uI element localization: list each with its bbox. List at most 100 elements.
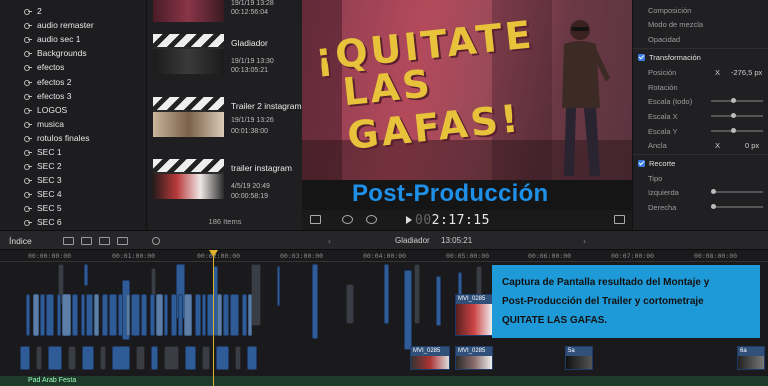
timeline-clip[interactable] (202, 294, 206, 336)
timeline-clip[interactable] (136, 346, 145, 370)
keyword-item[interactable]: LOGOS (0, 103, 146, 117)
timeline-clip[interactable] (248, 294, 252, 336)
timeline-clip[interactable] (118, 294, 123, 336)
timeline-clip[interactable] (112, 346, 130, 370)
timeline-clip[interactable] (150, 294, 155, 336)
playhead[interactable] (213, 250, 214, 386)
timeline-clip[interactable] (217, 294, 222, 336)
timeline-clip[interactable] (86, 294, 93, 336)
keyword-item[interactable]: rotulos finales (0, 131, 146, 145)
fullscreen-icon[interactable] (614, 215, 625, 224)
clip-appearance-icon[interactable] (81, 237, 92, 245)
transform-icon[interactable] (342, 215, 353, 224)
timeline-clip[interactable] (230, 294, 239, 336)
retime-icon[interactable] (366, 215, 377, 224)
timeline-clip[interactable] (26, 294, 30, 336)
timeline-video-clip[interactable]: MVI_0285 (410, 346, 450, 370)
timeline-clip[interactable] (141, 294, 147, 336)
timeline-clip[interactable] (84, 264, 88, 286)
timeline-clip[interactable] (100, 346, 106, 370)
keyword-item[interactable]: SEC 4 (0, 187, 146, 201)
timeline-clip[interactable] (102, 294, 108, 336)
keyword-item[interactable]: SEC 6 (0, 215, 146, 229)
timeline-clip[interactable] (346, 284, 354, 324)
ancla-x-value[interactable]: 0 px (745, 141, 759, 150)
clip-appearance-icon[interactable] (117, 237, 128, 245)
timeline-clip[interactable] (247, 346, 257, 370)
timeline-clip[interactable] (202, 346, 210, 370)
timeline-clip[interactable] (184, 294, 192, 336)
timeline-clip[interactable] (36, 346, 42, 370)
timeline-video-clip[interactable]: 6a (737, 346, 765, 370)
timeline-clip[interactable] (126, 294, 130, 336)
keyword-item[interactable]: efectos 2 (0, 74, 146, 88)
timeline-clip[interactable] (46, 294, 54, 336)
play-icon[interactable] (406, 216, 412, 224)
timeline-clip[interactable] (436, 276, 441, 326)
timeline-clip[interactable] (216, 346, 229, 370)
timeline-clip[interactable] (242, 294, 247, 336)
audio-lane[interactable]: Pad Arab Festa (0, 376, 768, 386)
timeline-clip[interactable] (40, 294, 45, 336)
timeline-clip[interactable] (164, 346, 179, 370)
timeline-clip[interactable] (178, 294, 183, 336)
view-options-icon[interactable] (310, 215, 321, 224)
timeline-clip[interactable] (156, 294, 163, 336)
keyword-item[interactable]: SEC 2 (0, 159, 146, 173)
timeline-clip[interactable] (151, 346, 158, 370)
timeline-clip[interactable] (81, 294, 85, 336)
clip-item[interactable]: Trailer 2 instagram 19/1/19 13:26 00:01:… (153, 97, 302, 139)
keyword-item[interactable]: SEC 1 (0, 145, 146, 159)
timeline-clip[interactable] (185, 346, 196, 370)
timeline-clip[interactable] (62, 294, 71, 336)
timeline-clip[interactable] (109, 294, 117, 336)
timeline-clip[interactable] (404, 270, 412, 350)
escala-todo-slider[interactable] (711, 98, 763, 103)
keyword-item[interactable]: 2 (0, 4, 146, 18)
timeline-video-clip[interactable]: MVI_0285 (455, 294, 493, 336)
escala-y-slider[interactable] (711, 128, 763, 133)
timeline-clip[interactable] (384, 264, 389, 324)
posicion-x-value[interactable]: -276,5 px (731, 68, 762, 77)
clip-appearance-icon[interactable] (63, 237, 74, 245)
timeline-clip[interactable] (20, 346, 30, 370)
keyword-item[interactable]: audio sec 1 (0, 32, 146, 46)
timeline-clip[interactable] (223, 294, 229, 336)
clip-item[interactable]: Gladiador 19/1/19 13:30 00:13:05:21 (153, 34, 299, 76)
timeline-clip[interactable] (277, 266, 280, 306)
derecha-slider[interactable] (711, 204, 763, 209)
clip-appearance-icon[interactable] (99, 237, 110, 245)
timeline-clip[interactable] (235, 346, 241, 370)
zoom-icon[interactable] (152, 237, 160, 245)
timeline-clip[interactable] (94, 294, 99, 336)
timeline-clip[interactable] (48, 346, 62, 370)
keyword-item[interactable]: SEC 3 (0, 173, 146, 187)
keyword-item[interactable]: efectos 3 (0, 89, 146, 103)
timeline-clip[interactable] (251, 264, 261, 326)
keyword-item[interactable]: Backgrounds (0, 46, 146, 60)
timeline-clip[interactable] (312, 264, 318, 339)
timeline-clip[interactable] (82, 346, 94, 370)
clip-item[interactable]: 19/1/19 13:28 00:12:56:04 (153, 0, 299, 24)
timeline-clip[interactable] (414, 264, 420, 324)
chevron-left-icon[interactable]: ‹ (328, 236, 331, 246)
izquierda-slider[interactable] (711, 189, 763, 194)
timeline-clip[interactable] (57, 294, 61, 336)
keyword-item[interactable]: SEC 5 (0, 201, 146, 215)
timeline-clip[interactable] (195, 294, 201, 336)
keyword-item[interactable]: efectos (0, 60, 146, 74)
timeline-clip[interactable] (171, 294, 177, 336)
recorte-checkbox[interactable] (638, 159, 645, 167)
chevron-right-icon[interactable]: › (583, 236, 586, 246)
timeline-clip[interactable] (164, 294, 168, 336)
transformacion-checkbox[interactable] (638, 53, 645, 61)
keyword-item[interactable]: musica (0, 117, 146, 131)
timeline-video-clip[interactable]: 5a (565, 346, 593, 370)
timeline-ruler[interactable]: 00:00:00:00 00:01:00:00 00:02:00:00 00:03:0… (0, 250, 768, 262)
timeline-clip[interactable] (72, 294, 78, 336)
keyword-item[interactable]: audio remaster (0, 18, 146, 32)
timeline-video-clip[interactable]: MVI_0285 (455, 346, 493, 370)
timeline-clip[interactable] (131, 294, 140, 336)
timeline-clip[interactable] (33, 294, 39, 336)
escala-x-slider[interactable] (711, 113, 763, 118)
